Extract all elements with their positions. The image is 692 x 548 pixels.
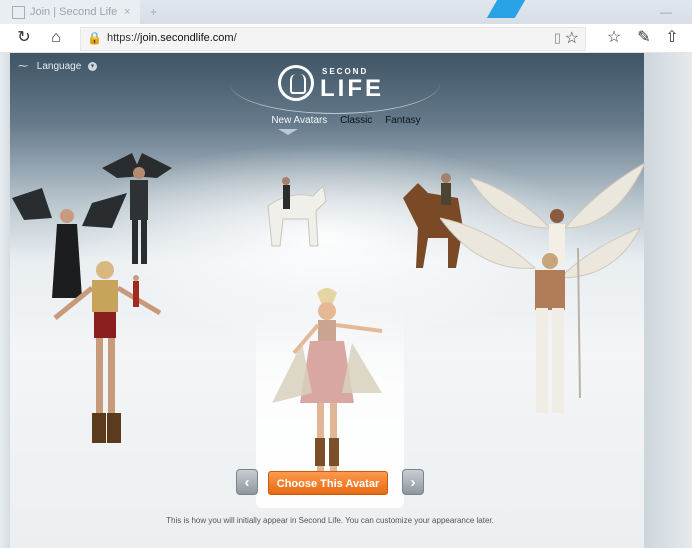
language-label: Language xyxy=(36,61,82,72)
url-domain: join.secondlife.com xyxy=(140,32,234,44)
favorite-star-icon[interactable]: ☆ xyxy=(565,28,579,48)
navigation-bar: ↻ ⌂ 🔒 https://join.secondlife.com/ ▯ ☆ ☆… xyxy=(0,24,692,53)
language-bird-icon: ⁓ xyxy=(18,61,28,72)
close-tab-icon[interactable]: × xyxy=(124,0,130,24)
small-figure-avatar[interactable] xyxy=(130,273,142,308)
warrior-avatar[interactable] xyxy=(50,258,165,458)
next-avatar-button[interactable]: › xyxy=(402,469,424,495)
avatar-category-tabs: New Avatars Classic Fantasy xyxy=(0,115,692,126)
reading-view-icon[interactable]: ▯ xyxy=(554,30,561,46)
left-edge xyxy=(0,53,10,548)
winged-angels-avatar[interactable] xyxy=(440,158,645,418)
address-bar[interactable]: 🔒 https://join.secondlife.com/ ▯ ☆ xyxy=(80,27,586,51)
web-note-icon[interactable]: ✎ xyxy=(634,28,654,48)
tab-classic[interactable]: Classic xyxy=(340,115,372,126)
share-icon[interactable]: ⇧ xyxy=(662,28,682,48)
tab-title: Join | Second Life xyxy=(30,6,118,18)
previous-avatar-button[interactable]: ‹ xyxy=(236,469,258,495)
refresh-icon[interactable]: ↻ xyxy=(14,28,34,48)
language-selector[interactable]: ⁓ Language ▾ xyxy=(18,61,98,72)
page-content: ⁓ Language ▾ SECOND LIFE New Avatars Cla… xyxy=(0,53,692,548)
active-tab-caret xyxy=(278,129,298,135)
url-text: https://join.secondlife.com/ xyxy=(107,32,237,44)
page-favicon-icon xyxy=(12,6,25,19)
appearance-note: This is how you will initially appear in… xyxy=(166,516,494,525)
url-protocol: https:// xyxy=(107,32,141,44)
right-panel xyxy=(644,53,692,548)
favorites-hub-icon[interactable]: ☆ xyxy=(604,28,624,48)
new-tab-button[interactable]: + xyxy=(150,0,157,24)
rider-on-horse-avatar[interactable] xyxy=(258,171,328,251)
minimize-button[interactable]: — xyxy=(660,0,672,24)
chevron-down-icon: ▾ xyxy=(88,61,98,71)
tab-fantasy[interactable]: Fantasy xyxy=(385,115,421,126)
selected-fairy-avatar[interactable] xyxy=(262,283,392,483)
tab-join-second-life[interactable]: Join | Second Life × xyxy=(0,0,140,24)
url-path: / xyxy=(233,32,237,44)
hand-logo-icon xyxy=(278,65,314,101)
tab-new-avatars[interactable]: New Avatars xyxy=(271,115,327,126)
tab-bar: Join | Second Life × + — xyxy=(0,0,692,24)
home-icon[interactable]: ⌂ xyxy=(46,28,66,48)
logo-life-text: LIFE xyxy=(320,75,384,102)
edge-accent-shape xyxy=(486,0,526,18)
choose-avatar-button[interactable]: Choose This Avatar xyxy=(268,471,388,495)
lock-icon: 🔒 xyxy=(87,31,102,45)
